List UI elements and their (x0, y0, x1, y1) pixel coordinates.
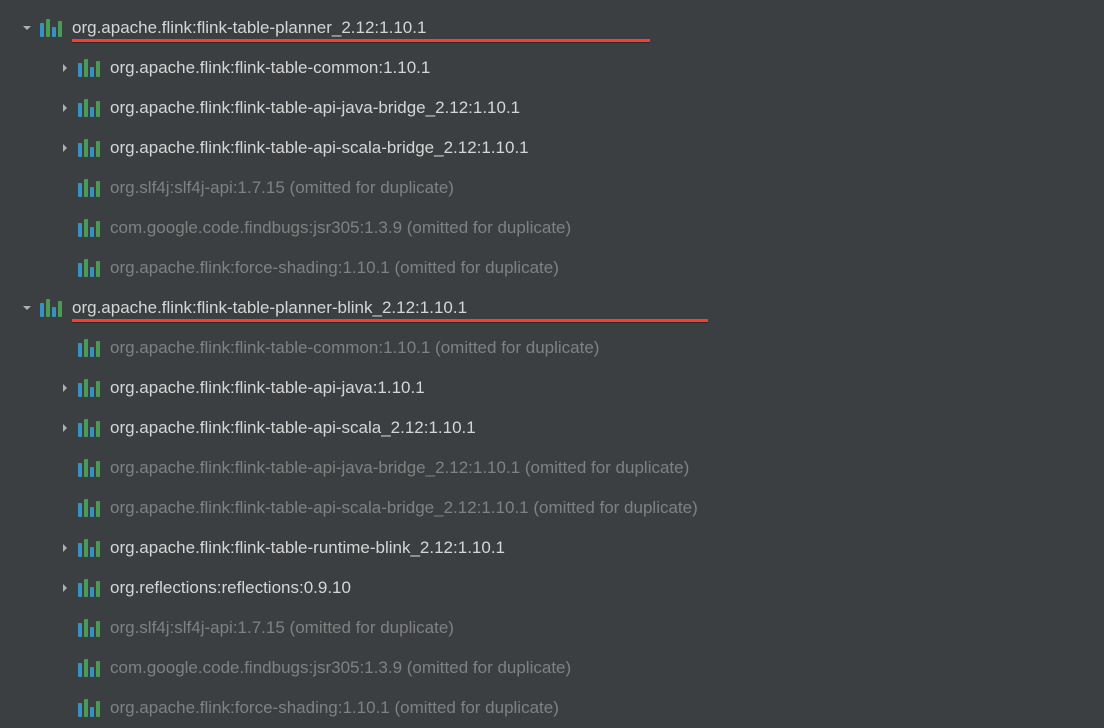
dependency-label: org.apache.flink:flink-table-common:1.10… (110, 58, 430, 78)
tree-node[interactable]: org.apache.flink:flink-table-api-java:1.… (0, 368, 1104, 408)
dependency-label: com.google.code.findbugs:jsr305:1.3.9 (o… (110, 218, 571, 238)
library-icon (78, 419, 100, 437)
tree-node[interactable]: org.apache.flink:flink-table-api-scala-b… (0, 128, 1104, 168)
dependency-label: org.slf4j:slf4j-api:1.7.15 (omitted for … (110, 178, 454, 198)
chevron-right-icon[interactable] (56, 139, 74, 157)
highlight-underline (72, 39, 650, 42)
chevron-right-icon[interactable] (56, 59, 74, 77)
library-icon (78, 379, 100, 397)
chevron-right-icon[interactable] (56, 99, 74, 117)
library-icon (78, 219, 100, 237)
tree-node[interactable]: org.apache.flink:force-shading:1.10.1 (o… (0, 248, 1104, 288)
tree-node[interactable]: org.apache.flink:flink-table-api-java-br… (0, 448, 1104, 488)
tree-node[interactable]: org.apache.flink:flink-table-api-scala_2… (0, 408, 1104, 448)
dependency-tree: org.apache.flink:flink-table-planner_2.1… (0, 8, 1104, 728)
dependency-label: org.apache.flink:flink-table-common:1.10… (110, 338, 599, 358)
library-icon (78, 539, 100, 557)
library-icon (78, 499, 100, 517)
tree-node[interactable]: org.apache.flink:force-shading:1.10.1 (o… (0, 688, 1104, 728)
tree-node[interactable]: org.apache.flink:flink-table-api-java-br… (0, 88, 1104, 128)
dependency-label: org.apache.flink:flink-table-api-scala-b… (110, 138, 529, 158)
dependency-label: org.apache.flink:flink-table-planner-bli… (72, 298, 467, 318)
library-icon (78, 579, 100, 597)
tree-node[interactable]: org.apache.flink:flink-table-common:1.10… (0, 328, 1104, 368)
library-icon (78, 619, 100, 637)
chevron-down-icon[interactable] (18, 299, 36, 317)
tree-node[interactable]: org.apache.flink:flink-table-runtime-bli… (0, 528, 1104, 568)
dependency-label: org.reflections:reflections:0.9.10 (110, 578, 351, 598)
dependency-label: org.slf4j:slf4j-api:1.7.15 (omitted for … (110, 618, 454, 638)
tree-node[interactable]: org.apache.flink:flink-table-planner_2.1… (0, 8, 1104, 48)
chevron-right-icon[interactable] (56, 379, 74, 397)
library-icon (78, 339, 100, 357)
chevron-right-icon[interactable] (56, 539, 74, 557)
dependency-label: org.apache.flink:force-shading:1.10.1 (o… (110, 698, 559, 718)
tree-node[interactable]: org.slf4j:slf4j-api:1.7.15 (omitted for … (0, 168, 1104, 208)
tree-node[interactable]: org.apache.flink:flink-table-common:1.10… (0, 48, 1104, 88)
library-icon (78, 99, 100, 117)
dependency-label: com.google.code.findbugs:jsr305:1.3.9 (o… (110, 658, 571, 678)
tree-node[interactable]: org.slf4j:slf4j-api:1.7.15 (omitted for … (0, 608, 1104, 648)
library-icon (78, 259, 100, 277)
library-icon (78, 59, 100, 77)
dependency-label: org.apache.flink:flink-table-planner_2.1… (72, 18, 426, 38)
dependency-label: org.apache.flink:flink-table-api-scala-b… (110, 498, 698, 518)
library-icon (78, 179, 100, 197)
tree-node[interactable]: org.apache.flink:flink-table-planner-bli… (0, 288, 1104, 328)
highlight-underline (72, 319, 708, 322)
tree-node[interactable]: com.google.code.findbugs:jsr305:1.3.9 (o… (0, 208, 1104, 248)
dependency-label: org.apache.flink:flink-table-api-java-br… (110, 458, 689, 478)
tree-node[interactable]: org.reflections:reflections:0.9.10 (0, 568, 1104, 608)
chevron-right-icon[interactable] (56, 419, 74, 437)
tree-node[interactable]: org.apache.flink:flink-table-api-scala-b… (0, 488, 1104, 528)
chevron-right-icon[interactable] (56, 579, 74, 597)
library-icon (40, 299, 62, 317)
tree-node[interactable]: com.google.code.findbugs:jsr305:1.3.9 (o… (0, 648, 1104, 688)
library-icon (40, 19, 62, 37)
dependency-label: org.apache.flink:flink-table-api-java-br… (110, 98, 520, 118)
dependency-label: org.apache.flink:flink-table-runtime-bli… (110, 538, 505, 558)
library-icon (78, 139, 100, 157)
library-icon (78, 699, 100, 717)
library-icon (78, 659, 100, 677)
library-icon (78, 459, 100, 477)
dependency-label: org.apache.flink:flink-table-api-scala_2… (110, 418, 476, 438)
dependency-label: org.apache.flink:flink-table-api-java:1.… (110, 378, 425, 398)
chevron-down-icon[interactable] (18, 19, 36, 37)
dependency-label: org.apache.flink:force-shading:1.10.1 (o… (110, 258, 559, 278)
